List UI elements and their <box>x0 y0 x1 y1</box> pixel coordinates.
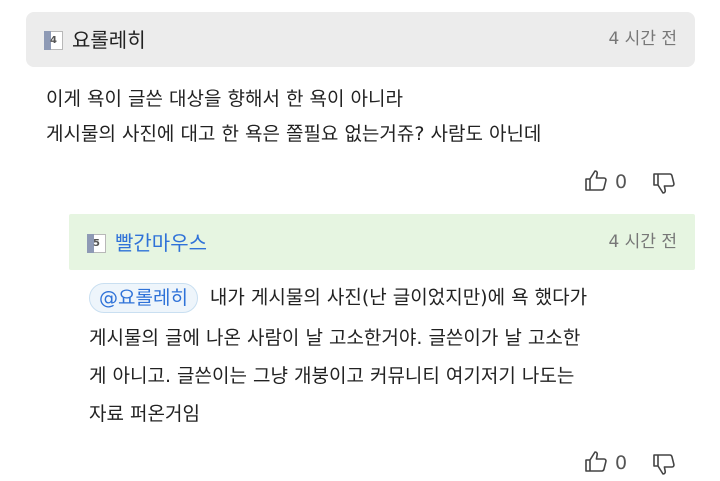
reply-line: 자료 퍼온거임 <box>89 403 200 425</box>
reply-username[interactable]: 빨간마우스 <box>115 231 207 255</box>
comment-vote-row: 0 <box>584 168 684 196</box>
reply-header: 5 빨간마우스 4 시간 전 <box>69 214 695 270</box>
thumbs-up-icon[interactable] <box>584 169 608 193</box>
thumbs-up-icon[interactable] <box>584 450 608 474</box>
comment-header: 4 요롤레히 4 시간 전 <box>26 12 695 67</box>
reply-line: 게시물의 글에 나온 사람이 날 고소한거야. 글쓴이가 날 고소한 <box>89 327 581 349</box>
thumbs-down-icon[interactable] <box>652 171 676 195</box>
reply-line-text: 내가 게시물의 사진(난 글이었지만)에 욕 했다가 <box>209 286 588 309</box>
reply-like-count: 0 <box>615 452 628 474</box>
reply-vote-row: 0 <box>584 449 684 477</box>
comment-like-count: 0 <box>615 171 628 193</box>
thumbs-down-icon[interactable] <box>652 452 676 476</box>
mention-tag[interactable]: @요롤레히 <box>89 283 198 313</box>
level-badge-icon: 5 <box>87 234 106 253</box>
reply-line: @요롤레히 내가 게시물의 사진(난 글이었지만)에 욕 했다가 <box>89 283 587 313</box>
level-badge-icon: 4 <box>44 31 63 50</box>
comment-line: 게시물의 사진에 대고 한 욕은 쫄필요 없는거쥬? 사람도 아닌데 <box>46 123 542 145</box>
comment-username[interactable]: 요롤레히 <box>72 28 146 52</box>
comment-line: 이게 욕이 글쓴 대상을 향해서 한 욕이 아니라 <box>46 88 403 110</box>
comment-timestamp: 4 시간 전 <box>608 29 677 49</box>
reply-timestamp: 4 시간 전 <box>608 232 677 252</box>
reply-line: 게 아니고. 글쓴이는 그냥 개붕이고 커뮤니티 여기저기 나도는 <box>89 365 575 387</box>
